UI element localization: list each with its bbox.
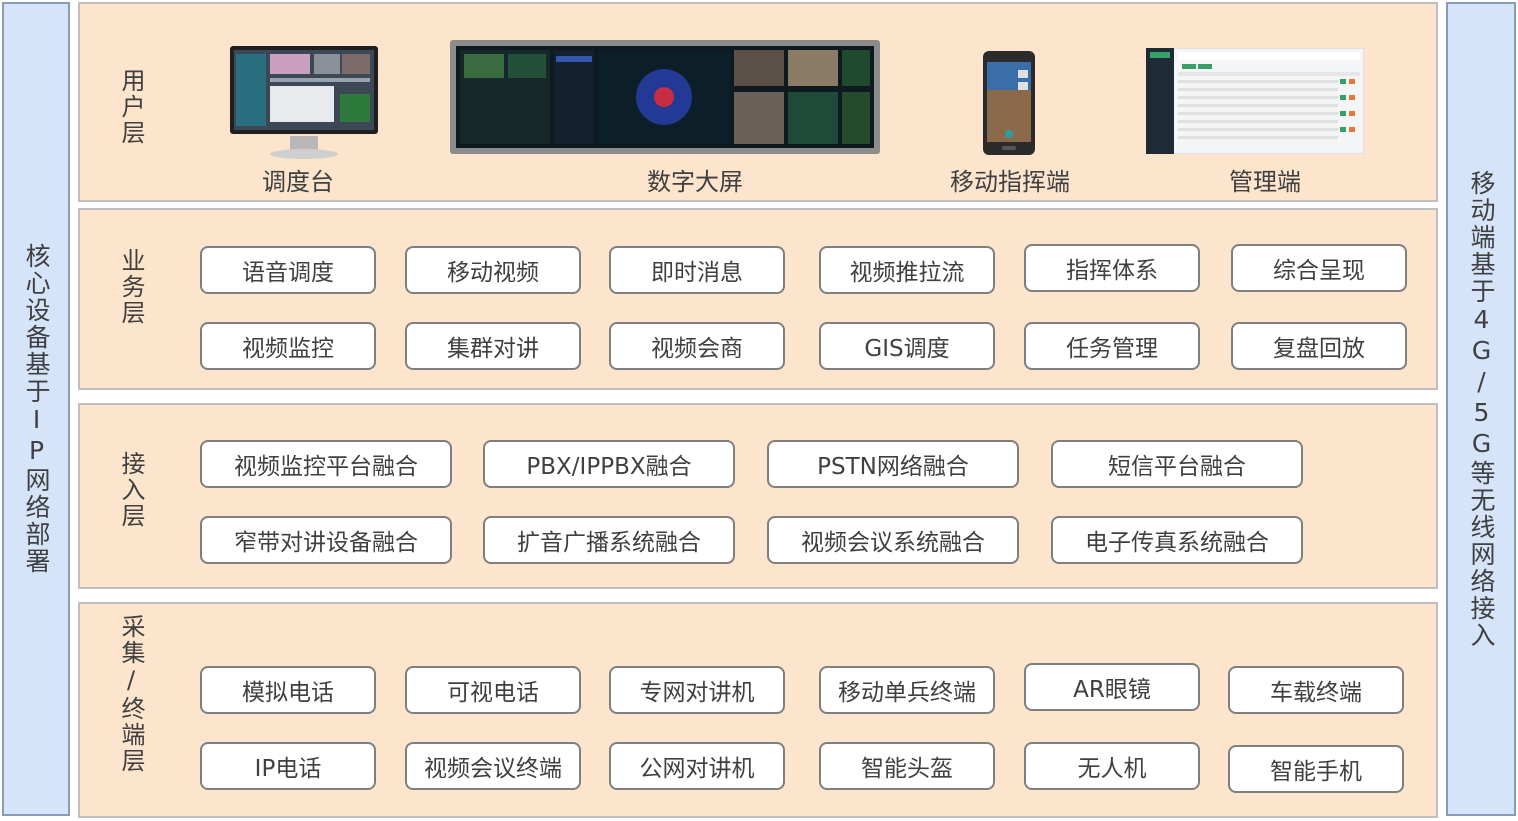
business-box: 集群对讲 [405,322,581,370]
access-box: 视频会议系统融合 [767,516,1019,564]
user-item-digital-screen: 数字大屏 [647,168,743,196]
business-box: 指挥体系 [1024,244,1200,292]
terminal-box: IP电话 [200,742,376,790]
terminal-box: 智能手机 [1228,745,1404,793]
access-layer: 接入层 视频监控平台融合 PBX/IPPBX融合 PSTN网络融合 短信平台融合… [78,403,1438,589]
user-item-management: 管理端 [1229,168,1301,196]
management-app-icon [1145,47,1365,155]
terminal-box: 移动单兵终端 [819,666,995,714]
user-layer: 用户层 调度台 数字大屏 移动指挥端 管理端 [78,2,1438,202]
access-box: 视频监控平台融合 [200,440,452,488]
user-item-dispatch-console: 调度台 [262,168,334,196]
right-side-panel: 移动端基于4G/5G等无线网络接入 [1446,2,1516,816]
terminal-layer-label: 采集/终端层 [117,614,145,774]
terminal-box: 模拟电话 [200,666,376,714]
business-box: 语音调度 [200,246,376,294]
terminal-box: 公网对讲机 [609,742,785,790]
terminal-box: 专网对讲机 [609,666,785,714]
access-layer-label: 接入层 [117,451,145,529]
business-layer-label: 业务层 [117,248,145,326]
business-box: 综合呈现 [1231,244,1407,292]
left-side-panel: 核心设备基于IP网络部署 [2,2,70,816]
dispatch-console-icon [228,44,380,162]
business-layer: 业务层 语音调度 移动视频 即时消息 视频推拉流 指挥体系 综合呈现 视频监控 … [78,208,1438,390]
right-side-label: 移动端基于4G/5G等无线网络接入 [1467,169,1496,649]
terminal-box: 无人机 [1024,742,1200,790]
access-box: PSTN网络融合 [767,440,1019,488]
business-box: 视频推拉流 [819,246,995,294]
digital-big-screen-icon [450,40,880,154]
business-box: 移动视频 [405,246,581,294]
access-box: 电子传真系统融合 [1051,516,1303,564]
user-item-mobile-command: 移动指挥端 [950,168,1070,196]
user-layer-label: 用户层 [117,68,145,146]
business-box: 视频会商 [609,322,785,370]
terminal-layer: 采集/终端层 模拟电话 可视电话 专网对讲机 移动单兵终端 AR眼镜 车载终端 … [78,602,1438,818]
terminal-box: AR眼镜 [1024,663,1200,711]
business-box: 即时消息 [609,246,785,294]
business-box: 视频监控 [200,322,376,370]
terminal-box: 视频会议终端 [405,742,581,790]
access-box: 扩音广播系统融合 [483,516,735,564]
business-box: 复盘回放 [1231,322,1407,370]
access-box: 短信平台融合 [1051,440,1303,488]
mobile-command-phone-icon [982,50,1036,156]
access-box: 窄带对讲设备融合 [200,516,452,564]
access-box: PBX/IPPBX融合 [483,440,735,488]
left-side-label: 核心设备基于IP网络部署 [22,243,51,575]
business-box: GIS调度 [819,322,995,370]
terminal-box: 车载终端 [1228,666,1404,714]
terminal-box: 可视电话 [405,666,581,714]
business-box: 任务管理 [1024,322,1200,370]
terminal-box: 智能头盔 [819,742,995,790]
